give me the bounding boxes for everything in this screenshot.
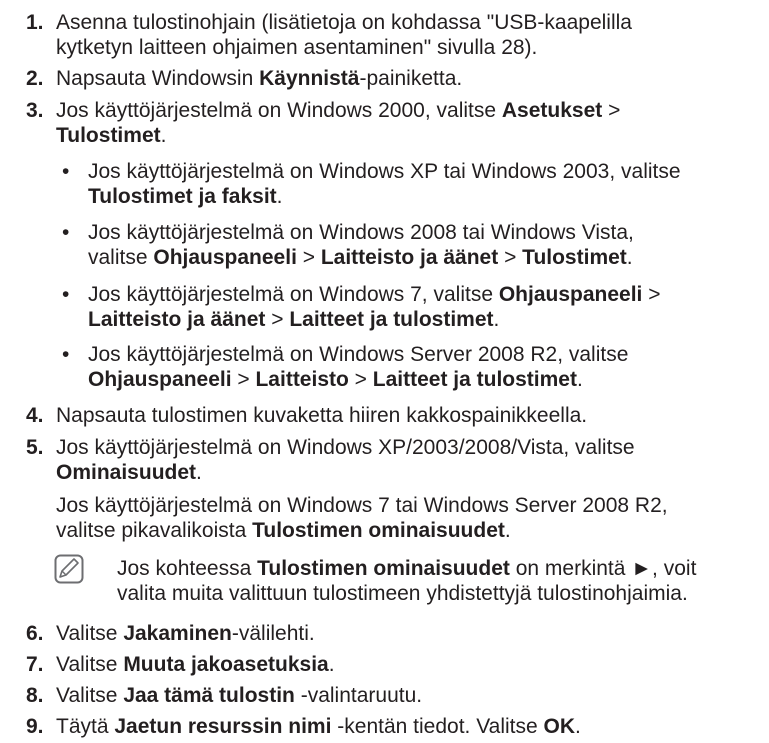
step-text: Napsauta Windowsin Käynnistä-painiketta. (56, 67, 463, 90)
step-number: 1. (26, 11, 44, 34)
step-number: 3. (26, 99, 44, 122)
step-text: Valitse Jaa tämä tulostin -valintaruutu. (56, 684, 423, 707)
step-number: 7. (26, 653, 44, 676)
step-text-cont: kytketyn laitteen ohjaimen asentaminen" … (56, 36, 538, 59)
step-text-cont: Tulostimet. (56, 124, 167, 147)
step-number: 5. (26, 436, 44, 459)
note-text: Jos kohteessa Tulostimen ominaisuudet on… (117, 557, 697, 580)
step-text: Napsauta tulostimen kuvaketta hiiren kak… (56, 404, 588, 427)
step-text: Asenna tulostinohjain (lisätietoja on ko… (56, 11, 632, 34)
step-text-alt: Jos käyttöjärjestelmä on Windows 7 tai W… (56, 494, 668, 517)
note-pencil-icon (54, 554, 84, 584)
step-number: 9. (26, 715, 44, 738)
step-text: Jos käyttöjärjestelmä on Windows 2000, v… (56, 99, 621, 122)
step-number: 6. (26, 622, 44, 645)
step-text: Valitse Jakaminen-välilehti. (56, 622, 315, 645)
step-number: 2. (26, 67, 44, 90)
instruction-page: 1. Asenna tulostinohjain (lisätietoja on… (0, 0, 769, 743)
step-text: Valitse Muuta jakoasetuksia. (56, 653, 335, 676)
step-text: Täytä Jaetun resurssin nimi -kentän tied… (56, 715, 581, 738)
step-text: Jos käyttöjärjestelmä on Windows XP/2003… (56, 436, 635, 459)
step-number: 8. (26, 684, 44, 707)
step-number: 4. (26, 404, 44, 427)
